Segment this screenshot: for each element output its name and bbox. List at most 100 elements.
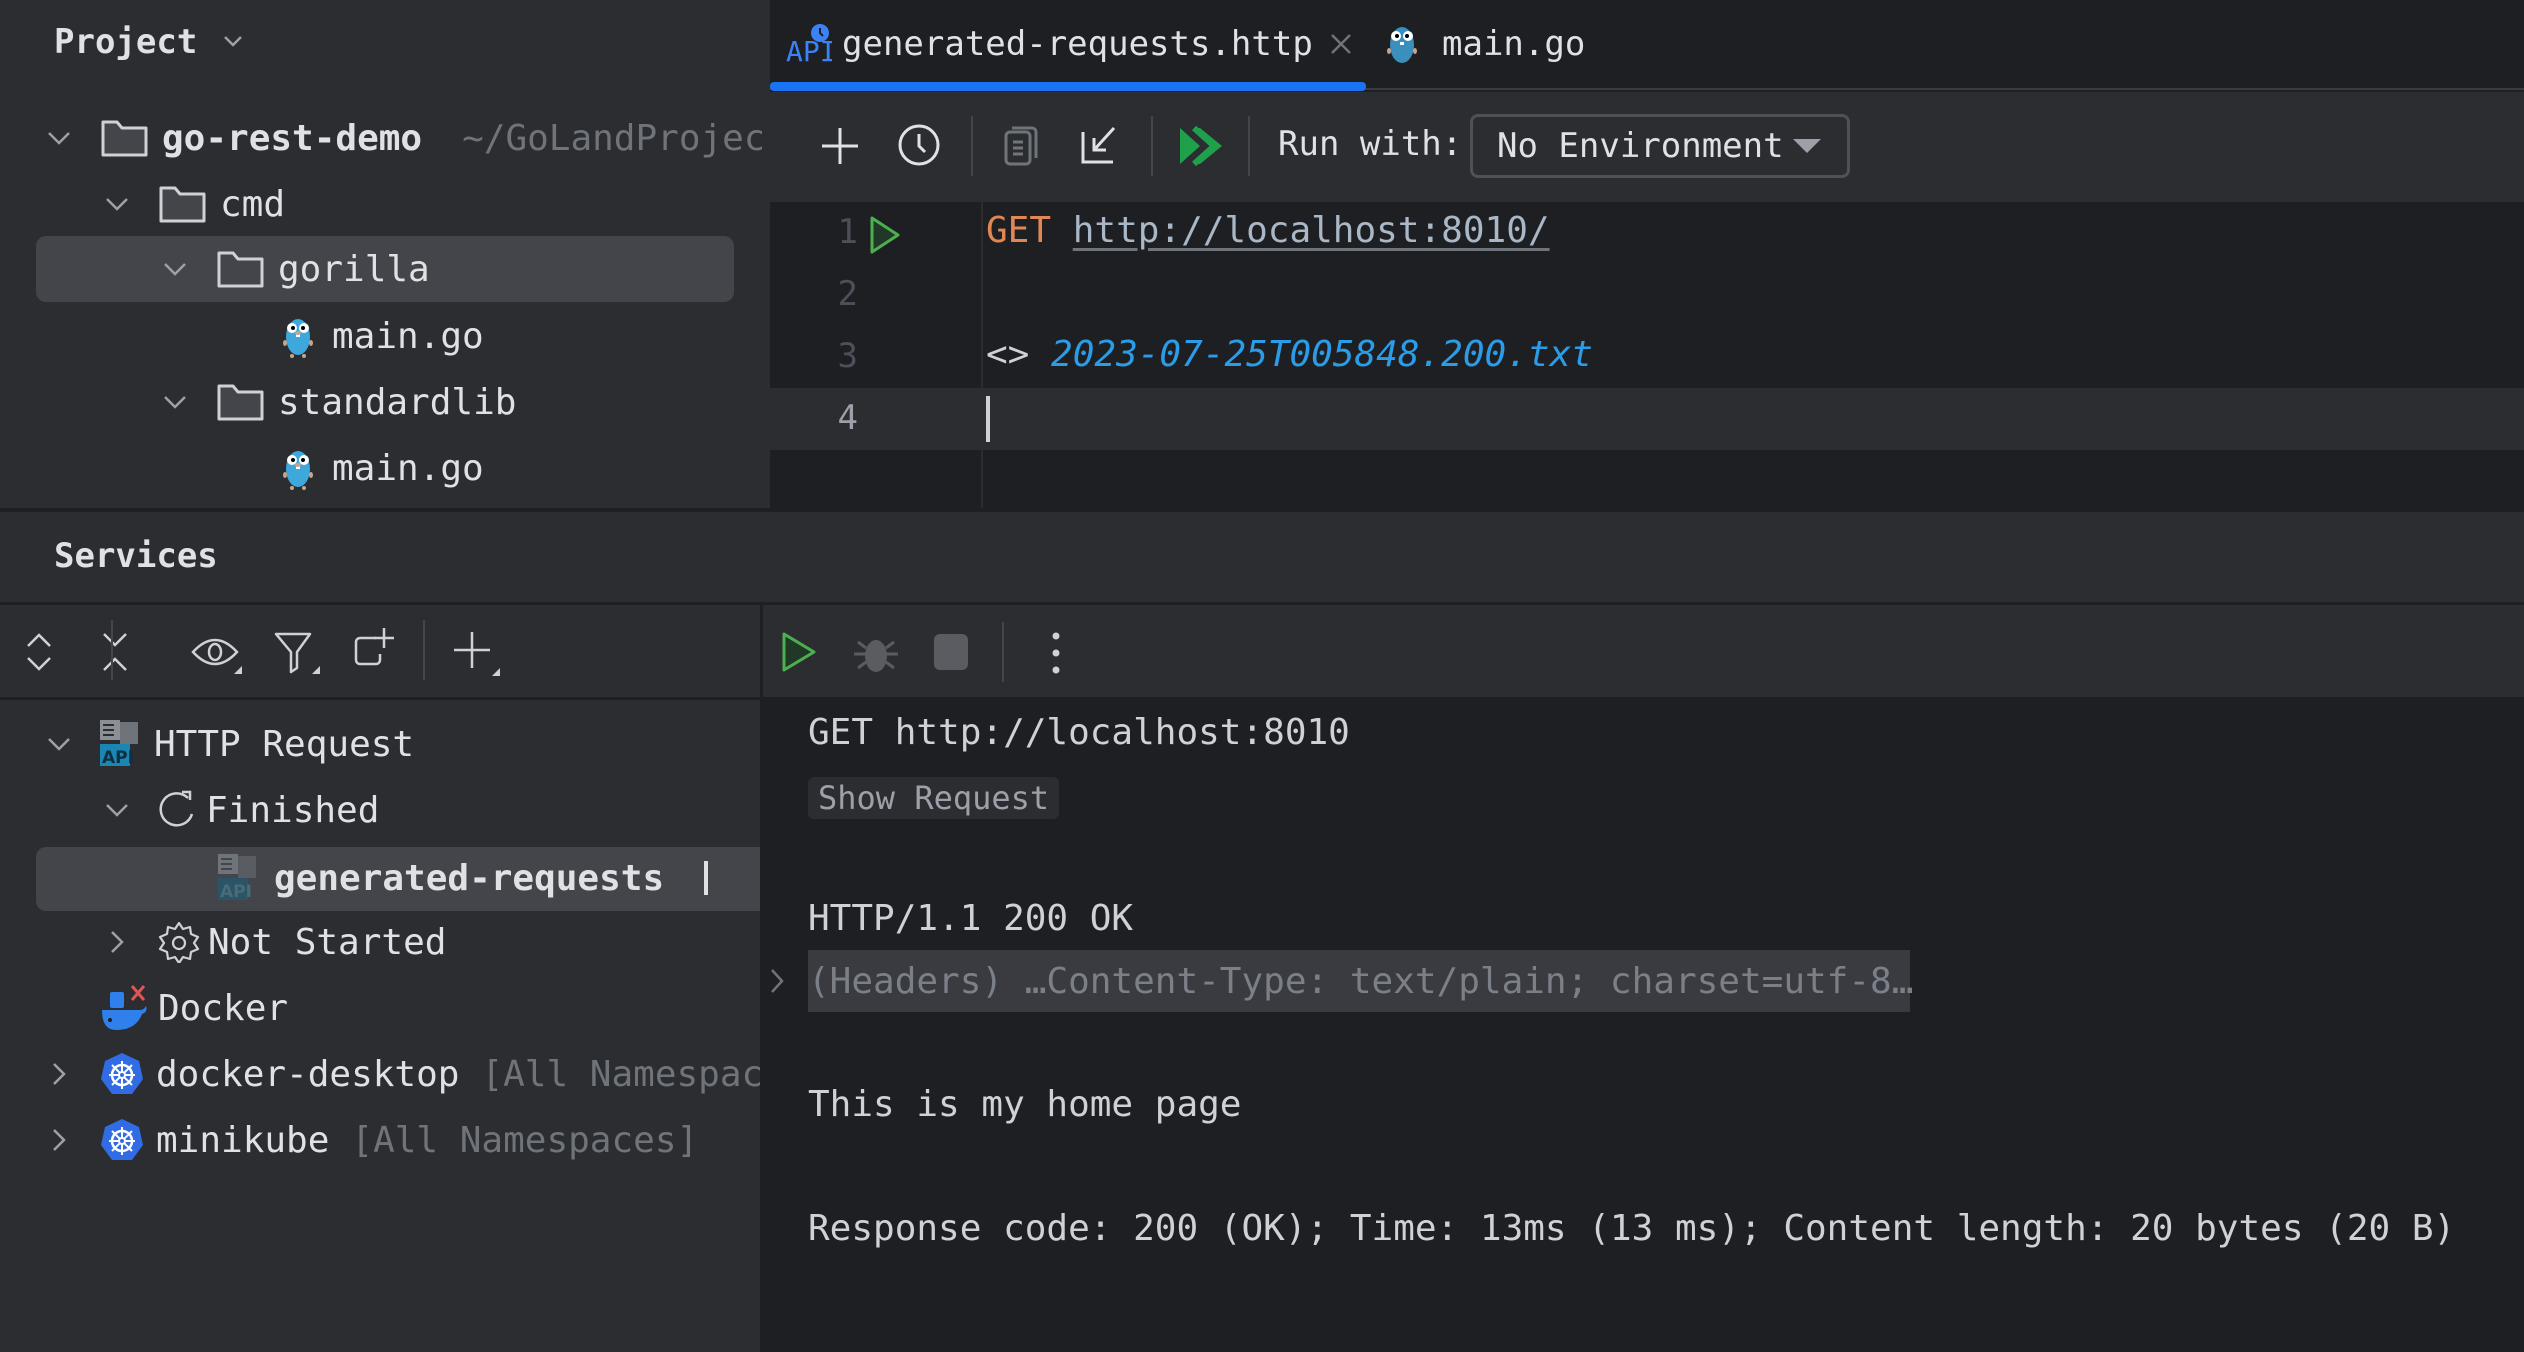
output-body: This is my home page (808, 1084, 1242, 1125)
folder-icon (101, 120, 148, 157)
service-not-started[interactable]: Not Started (102, 910, 446, 974)
chevron-down-icon[interactable] (102, 189, 132, 219)
tree-item-label: main.go (332, 447, 484, 489)
chevron-right-icon[interactable] (44, 1059, 74, 1089)
tree-item-cmd[interactable]: cmd (102, 172, 285, 236)
run-with-label: Run with: (1278, 124, 1463, 164)
tree-item-gorilla[interactable]: gorilla (160, 237, 430, 301)
tree-item-label: standardlib (278, 381, 517, 423)
response-ref-symbol: <> (986, 334, 1030, 375)
tab-generated-requests-http[interactable]: API generated-requests.http (786, 0, 1355, 88)
svg-text:API: API (102, 748, 134, 768)
kubernetes-icon (101, 1119, 143, 1160)
line-number: 4 (837, 398, 858, 438)
show-request-button[interactable]: Show Request (808, 777, 1060, 819)
folder-icon (217, 251, 264, 288)
divider (0, 697, 760, 700)
chevron-down-icon[interactable] (222, 30, 244, 52)
environment-select-value: No Environment (1497, 126, 1784, 166)
run-request-icon[interactable] (868, 214, 902, 256)
service-generated-requests[interactable]: API generated-requests (218, 846, 709, 910)
project-title[interactable]: Project (54, 22, 197, 62)
gopher-icon (1387, 27, 1417, 63)
tree-item-label: gorilla (278, 248, 430, 290)
tab-label: main.go (1442, 24, 1586, 64)
api-icon: API (786, 24, 832, 67)
code-line-3: <> 2023-07-25T005848.200.txt (986, 334, 1593, 375)
service-finished[interactable]: Finished (102, 778, 379, 842)
close-icon[interactable] (1327, 30, 1355, 58)
code-line-1: GET http://localhost:8010/ (986, 210, 1550, 251)
tree-item-label: main.go (332, 315, 484, 357)
tab-main-go[interactable]: main.go (1382, 0, 1585, 88)
expand-all-icon[interactable] (22, 630, 56, 674)
new-group-icon[interactable] (350, 626, 398, 674)
tab-label: generated-requests.http (842, 24, 1313, 64)
more-options-icon[interactable] (1046, 630, 1066, 676)
toolbar-separator (423, 620, 425, 680)
docker-icon (102, 985, 147, 1030)
tree-item-main-go[interactable]: main.go (278, 304, 484, 368)
namespace-hint: [All Namespaces] (351, 1119, 699, 1161)
chevron-down-icon[interactable] (102, 795, 132, 825)
tree-item-go-rest-demo[interactable]: go-rest-demo ~/GoLandProject (44, 106, 787, 170)
copy-document-icon[interactable] (1002, 124, 1042, 168)
api-icon: API (218, 854, 256, 902)
api-icon: API (100, 720, 138, 768)
debug-icon[interactable] (852, 630, 900, 676)
tree-item-label: docker-desktop (156, 1053, 460, 1095)
environment-select[interactable]: No Environment (1470, 114, 1850, 178)
filter-icon[interactable] (272, 630, 322, 676)
service-docker[interactable]: Docker (100, 976, 288, 1040)
add-service-icon[interactable] (450, 628, 504, 678)
kubernetes-icon (101, 1053, 143, 1094)
chevron-down-icon[interactable] (44, 123, 74, 153)
chevron-right-icon[interactable] (44, 1125, 74, 1155)
tree-item-label: generated-requests (274, 857, 665, 899)
collapsed-headers[interactable]: (Headers) …Content-Type: text/plain; cha… (808, 950, 1914, 1012)
output-summary: Response code: 200 (OK); Time: 13ms (13 … (808, 1208, 2456, 1249)
chevron-down-icon[interactable] (160, 387, 190, 417)
text-caret (704, 861, 709, 895)
service-docker-desktop[interactable]: docker-desktop [All Namespaces] (44, 1042, 828, 1106)
line-number: 1 (837, 212, 858, 252)
chevron-right-icon[interactable] (102, 927, 132, 957)
chevron-down-icon[interactable] (160, 254, 190, 284)
gear-icon (158, 921, 200, 963)
tree-item-label: Not Started (208, 921, 447, 963)
tree-item-label: HTTP Request (154, 723, 415, 765)
tree-item-main-go[interactable]: main.go (278, 436, 484, 500)
collapse-all-icon[interactable] (98, 630, 132, 674)
stop-icon[interactable] (932, 632, 970, 672)
toolbar-separator (111, 620, 113, 680)
service-minikube[interactable]: minikube [All Namespaces] (44, 1108, 698, 1172)
response-file-link[interactable]: 2023-07-25T005848.200.txt (1051, 334, 1593, 375)
add-icon[interactable] (818, 124, 862, 168)
gopher-icon (283, 451, 313, 490)
tree-item-label: cmd (220, 183, 286, 225)
tree-item-label: minikube (156, 1119, 330, 1161)
history-icon[interactable] (896, 122, 942, 168)
run-all-icon[interactable] (1178, 126, 1224, 166)
text-caret (986, 396, 990, 442)
svg-text:API: API (220, 882, 252, 902)
output-status-line: HTTP/1.1 200 OK (808, 898, 1134, 939)
view-options-icon[interactable] (190, 630, 244, 676)
chevron-right-icon[interactable] (766, 966, 788, 996)
gopher-icon (283, 319, 313, 358)
line-number: 2 (837, 274, 858, 314)
toolbar-separator (1248, 116, 1250, 176)
service-http-request[interactable]: API HTTP Request (44, 712, 414, 776)
tree-item-standardlib[interactable]: standardlib (160, 370, 516, 434)
refresh-icon (159, 790, 194, 827)
output-request-line: GET http://localhost:8010 (808, 712, 1350, 753)
request-url-link[interactable]: http://localhost:8010/ (1073, 210, 1550, 251)
chevron-down-icon[interactable] (44, 729, 74, 759)
run-icon[interactable] (780, 630, 820, 674)
current-line-highlight (770, 388, 2524, 450)
gutter-divider (981, 202, 983, 508)
headers-summary: (Headers) …Content-Type: text/plain; cha… (808, 960, 1914, 1002)
dropdown-arrow-icon (1793, 139, 1821, 153)
import-icon[interactable] (1078, 122, 1122, 168)
toolbar-separator (971, 116, 973, 176)
